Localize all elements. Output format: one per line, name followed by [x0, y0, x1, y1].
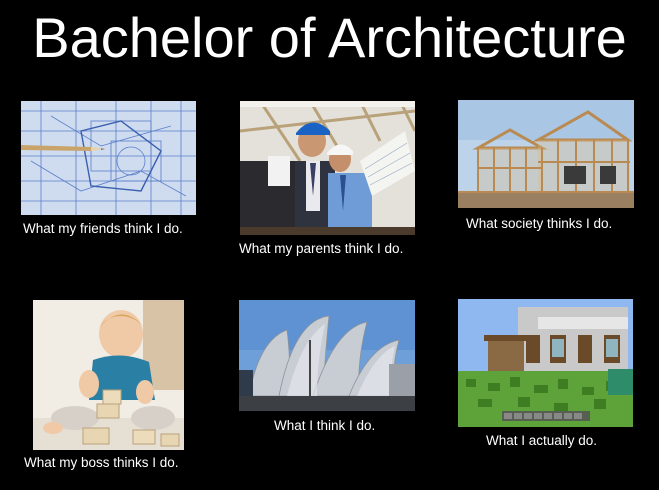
page-title: Bachelor of Architecture — [32, 6, 627, 69]
engineers-with-hardhats-image — [240, 101, 415, 235]
caption-parents: What my parents think I do. — [239, 241, 404, 256]
modern-metallic-building-image — [239, 300, 415, 411]
caption-actually: What I actually do. — [486, 433, 598, 448]
caption-i-think: What I think I do. — [274, 418, 376, 433]
blueprint-image — [21, 101, 196, 215]
caption-boss: What my boss thinks I do. — [24, 455, 179, 470]
caption-friends: What my friends think I do. — [23, 221, 183, 236]
house-frame-construction-image — [458, 100, 634, 208]
caption-society: What society thinks I do. — [466, 216, 613, 231]
baby-with-blocks-image — [33, 300, 184, 450]
minecraft-house-image — [458, 299, 633, 427]
